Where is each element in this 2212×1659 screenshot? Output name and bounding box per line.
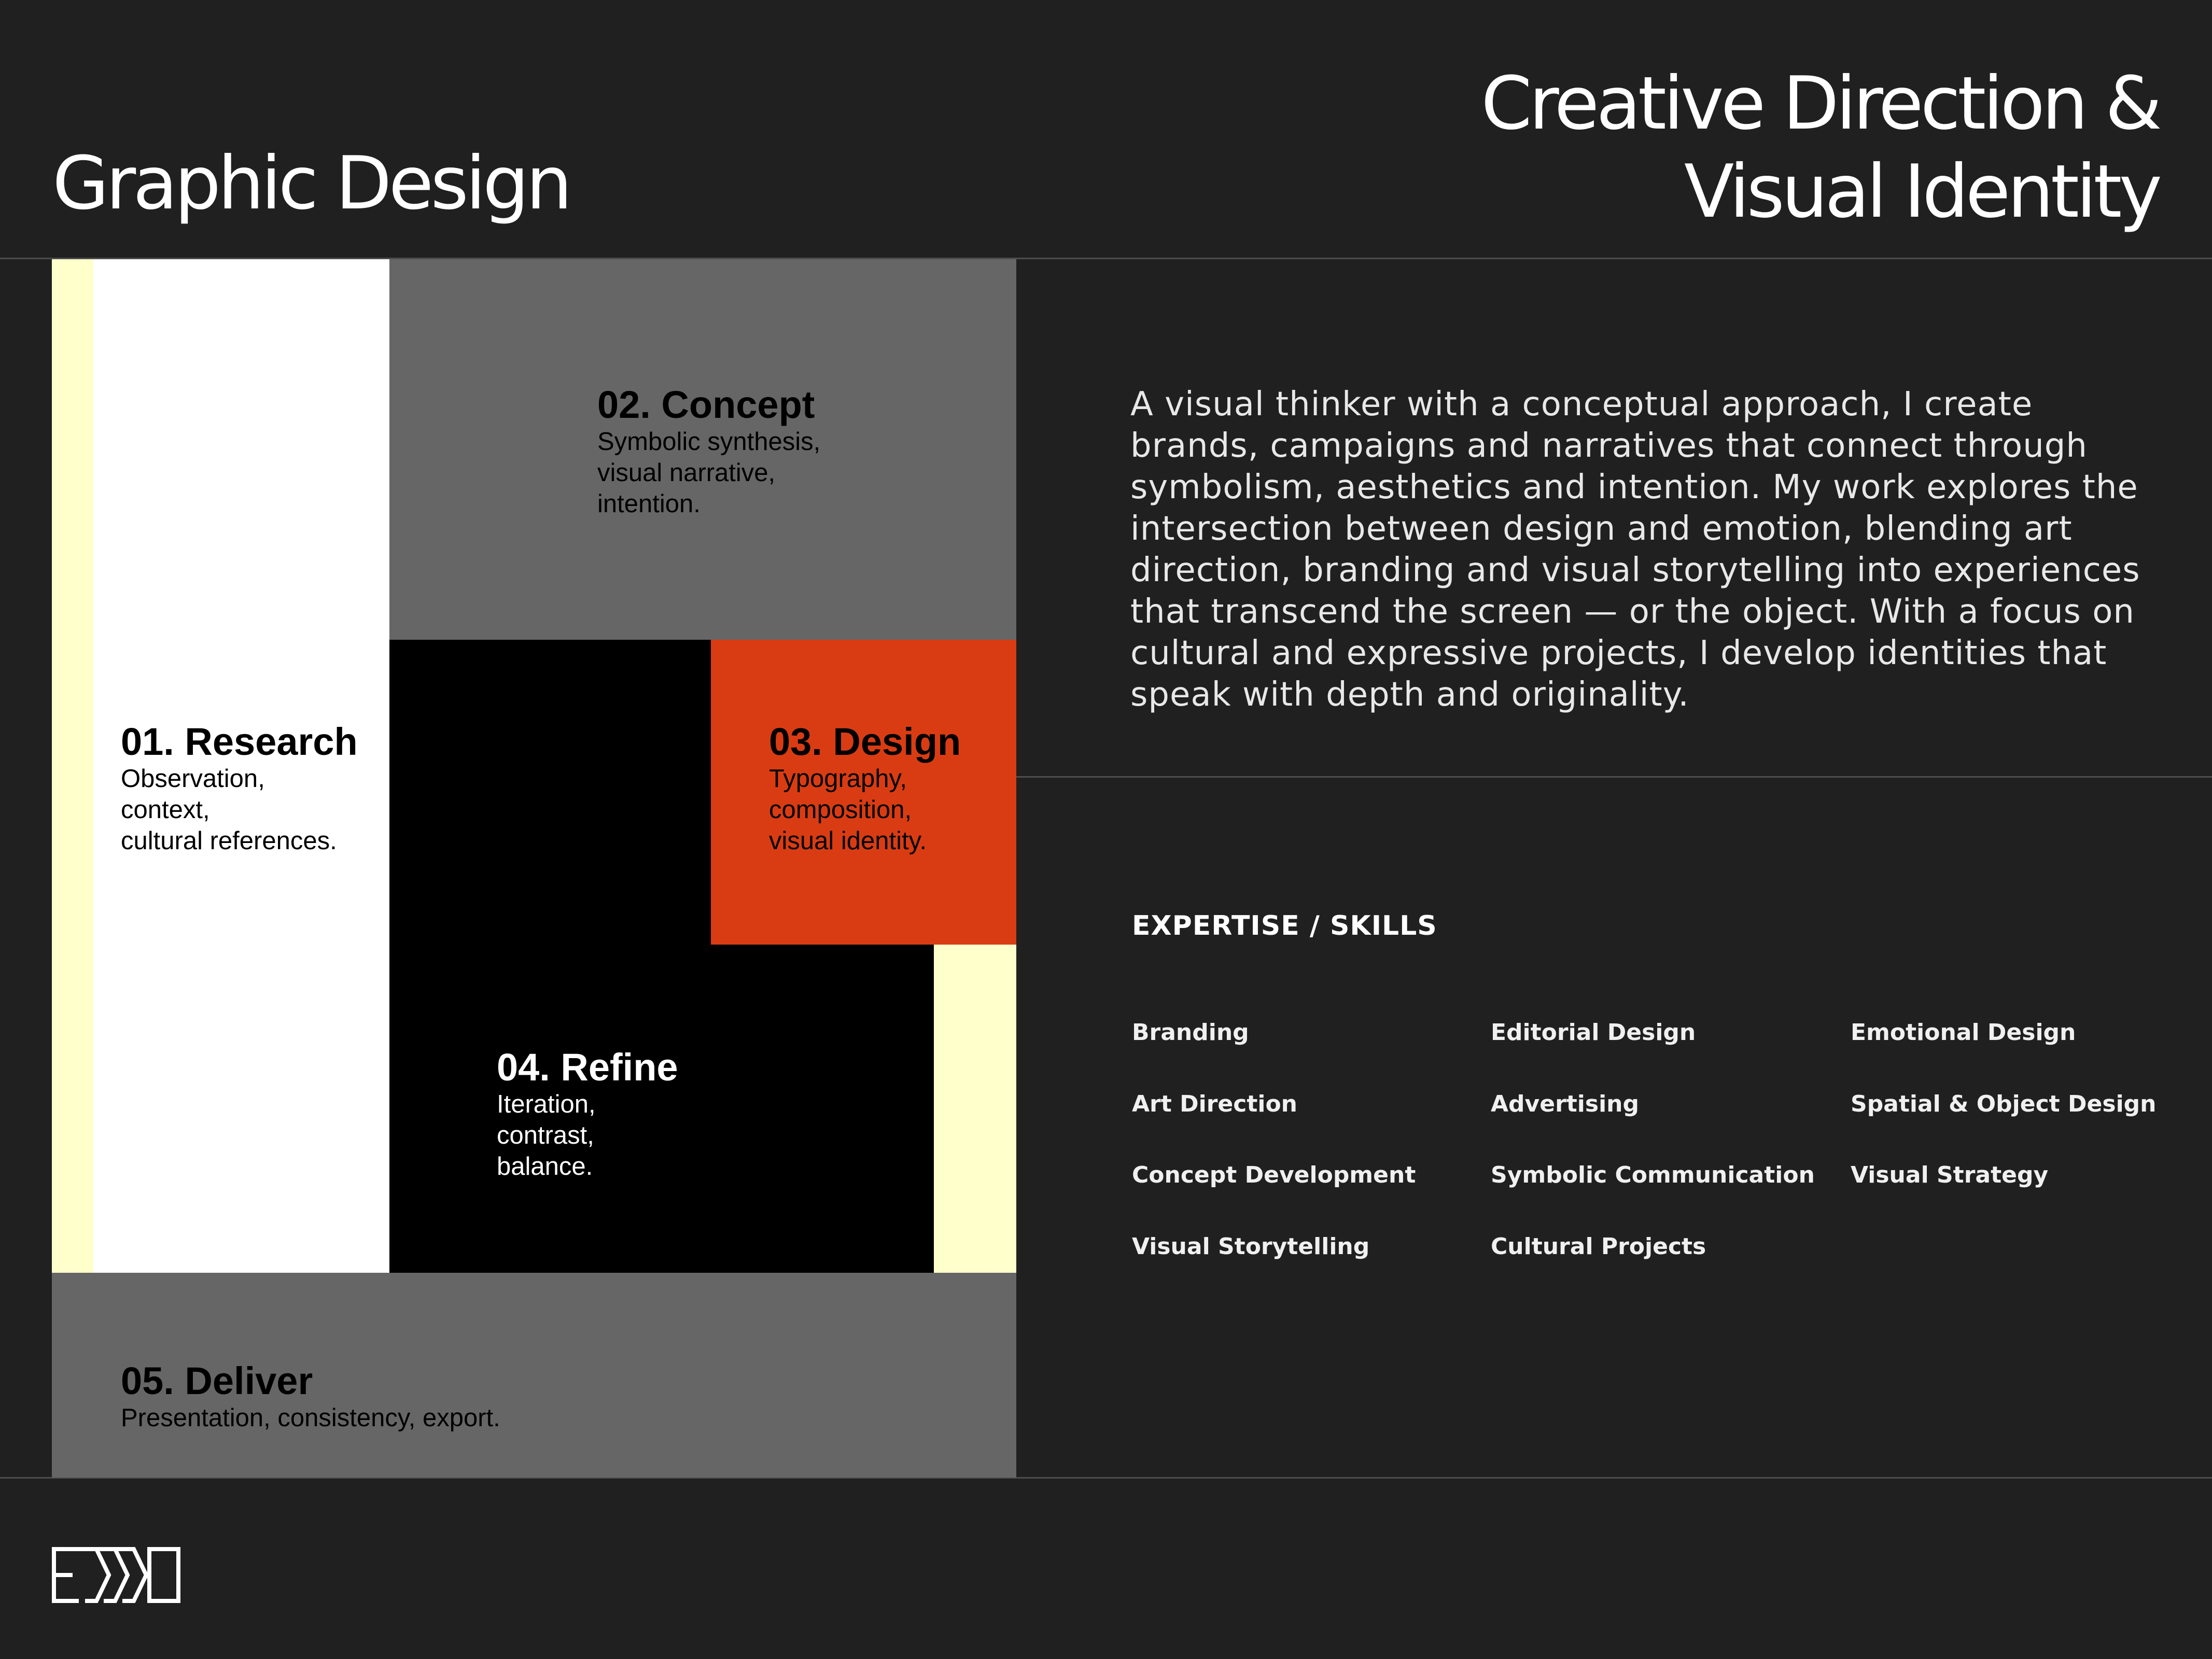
step-deliver: 05. Deliver Presentation, consistency, e…: [121, 1360, 500, 1433]
skill-item: Concept Development: [1132, 1162, 1416, 1188]
step-title: 01. Research: [121, 720, 358, 763]
step-description: Typography, composition, visual identity…: [769, 765, 927, 855]
skills-heading: EXPERTISE / SKILLS: [1132, 910, 1437, 941]
bio-paragraph: A visual thinker with a conceptual appro…: [1130, 385, 2140, 714]
skill-item: Emotional Design: [1851, 1019, 2076, 1046]
skills-list: Branding Editorial Design Emotional Desi…: [1132, 1017, 2159, 1302]
skill-item: Visual Storytelling: [1132, 1233, 1370, 1260]
step-design: 03. Design Typography, composition, visu…: [769, 721, 961, 856]
step-description: Observation, context, cultural reference…: [121, 765, 337, 855]
skill-item: Editorial Design: [1491, 1019, 1696, 1046]
page-subtitle: Creative Direction & Visual Identity: [1481, 60, 2162, 236]
step-research: 01. Research Observation, context, cultu…: [121, 721, 358, 856]
step-title: 04. Refine: [497, 1046, 678, 1089]
skill-item: Branding: [1132, 1019, 1249, 1046]
step-description: Symbolic synthesis, visual narrative, in…: [597, 428, 821, 518]
step-description: Iteration, contrast, balance.: [497, 1090, 596, 1180]
step-refine: 04. Refine Iteration, contrast, balance.: [497, 1046, 678, 1182]
bio-divider: [1015, 776, 2212, 778]
cream-accent-left: [52, 259, 93, 1273]
brand-monogram-icon: [52, 1547, 180, 1603]
skill-item: Advertising: [1491, 1090, 1639, 1117]
subtitle-line-1: Creative Direction &: [1481, 61, 2162, 146]
skill-item: Art Direction: [1132, 1090, 1297, 1117]
skill-item: Spatial & Object Design: [1851, 1090, 2157, 1117]
skill-item: Visual Strategy: [1851, 1162, 2049, 1188]
step-title: 05. Deliver: [121, 1359, 313, 1402]
skill-item: Symbolic Communication: [1491, 1162, 1815, 1188]
step-title: 03. Design: [769, 720, 961, 763]
process-diagram: 01. Research Observation, context, cultu…: [0, 0, 1016, 1478]
cream-accent-right: [934, 945, 1016, 1273]
skill-item: Cultural Projects: [1491, 1233, 1706, 1260]
step-description: Presentation, consistency, export.: [121, 1404, 500, 1432]
step-title: 02. Concept: [597, 383, 815, 426]
subtitle-line-2: Visual Identity: [1684, 149, 2162, 234]
step-concept: 02. Concept Symbolic synthesis, visual n…: [597, 384, 820, 519]
